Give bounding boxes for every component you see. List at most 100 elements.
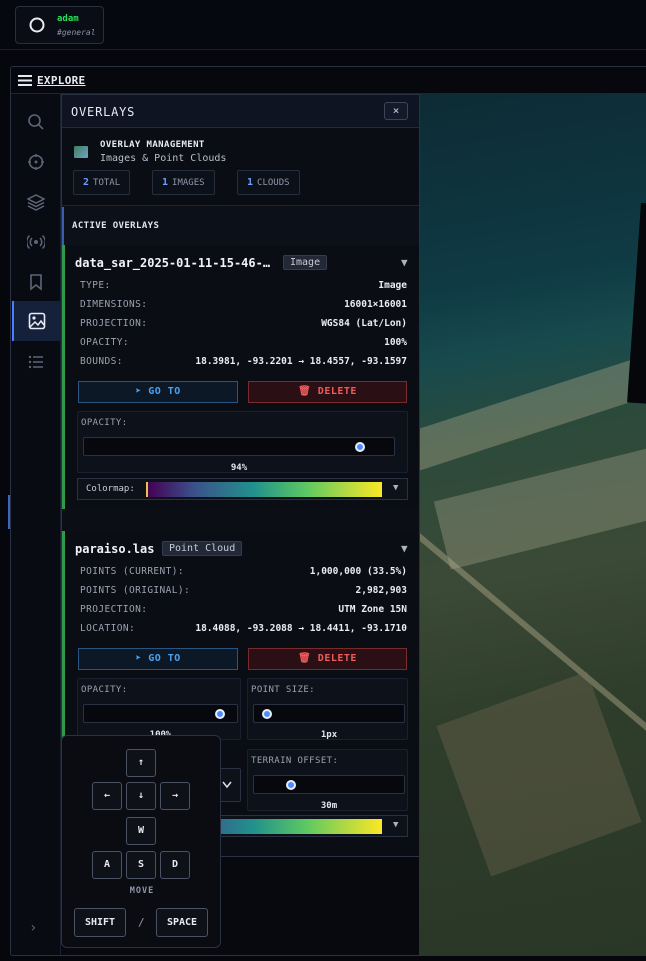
- slider-thumb[interactable]: [286, 780, 296, 790]
- row-label: POINTS (ORIGINAL):: [80, 585, 191, 596]
- search-icon[interactable]: [25, 111, 47, 133]
- opacity-slider[interactable]: [83, 704, 238, 723]
- slider-thumb[interactable]: [215, 709, 225, 719]
- row-label: LOCATION:: [80, 623, 136, 634]
- slider-thumb[interactable]: [262, 709, 272, 719]
- delete-button[interactable]: 🗑 DELETE: [248, 648, 407, 670]
- close-button[interactable]: ×: [384, 102, 408, 120]
- active-overlays-heading: ACTIVE OVERLAYS: [62, 207, 419, 245]
- row-label: OPACITY:: [80, 337, 129, 348]
- overlay-management: OVERLAY MANAGEMENT Images & Point Clouds…: [62, 128, 419, 206]
- row-label: PROJECTION:: [80, 604, 148, 615]
- stat-total: 2 TOTAL: [73, 170, 131, 195]
- overlay-type-badge: Image: [283, 255, 328, 270]
- broadcast-icon[interactable]: [25, 231, 47, 253]
- menu-icon[interactable]: [18, 75, 32, 86]
- management-title: OVERLAY MANAGEMENT: [100, 140, 205, 150]
- explore-link[interactable]: EXPLORE: [37, 74, 85, 87]
- collapse-chevron-icon[interactable]: ▼: [401, 256, 408, 269]
- keyboard-controls: ↑ ← ↓ → W A S D MOVE SHIFT / SPACE: [61, 735, 221, 948]
- overlay-type-badge: Point Cloud: [162, 541, 243, 556]
- goto-button[interactable]: ➤ GO TO: [78, 381, 238, 403]
- row-value: 16001×16001: [344, 299, 407, 310]
- key-right[interactable]: →: [160, 782, 190, 810]
- opacity-control: OPACITY: 100%: [77, 678, 241, 740]
- chevron-down-icon: ▼: [393, 483, 399, 493]
- point-size-value: 1px: [320, 730, 338, 740]
- management-subtitle: Images & Point Clouds: [100, 153, 227, 164]
- row-label: POINTS (CURRENT):: [80, 566, 185, 577]
- expand-rail-icon[interactable]: ›: [29, 920, 37, 936]
- row-label: PROJECTION:: [80, 318, 148, 329]
- slider-thumb[interactable]: [355, 442, 366, 452]
- opacity-value: 94%: [230, 463, 248, 473]
- point-size-slider[interactable]: [253, 704, 405, 723]
- list-icon[interactable]: [25, 351, 47, 373]
- row-value: 2,982,903: [355, 585, 407, 596]
- collapse-chevron-icon[interactable]: ▼: [401, 542, 408, 555]
- row-value: 18.3981, -93.2201 → 18.4557, -93.1597: [195, 356, 407, 367]
- layers-icon[interactable]: [25, 191, 47, 213]
- opacity-label: OPACITY:: [81, 418, 128, 428]
- terrain-offset-slider[interactable]: [253, 775, 405, 794]
- app-logo-icon: [29, 17, 45, 33]
- key-separator: /: [138, 916, 145, 929]
- terrain-offset-value: 30m: [320, 801, 338, 811]
- map-terrain: [419, 354, 646, 474]
- key-up[interactable]: ↑: [126, 749, 156, 777]
- key-space[interactable]: SPACE: [156, 908, 208, 937]
- channel-name: #general: [57, 28, 96, 37]
- map-image-icon: [74, 146, 88, 158]
- key-shift[interactable]: SHIFT: [74, 908, 126, 937]
- colormap-gradient: [146, 482, 382, 497]
- row-label: DIMENSIONS:: [80, 299, 148, 310]
- colormap-label: Colormap:: [86, 484, 135, 494]
- opacity-label: OPACITY:: [81, 685, 128, 695]
- point-size-label: POINT SIZE:: [251, 685, 316, 695]
- row-value: 1,000,000 (33.5%): [309, 566, 407, 577]
- key-w[interactable]: W: [126, 817, 156, 845]
- overlay-name: data_sar_2025-01-11-15-46-…: [75, 256, 271, 270]
- map-terrain: [433, 448, 646, 570]
- key-left[interactable]: ←: [92, 782, 122, 810]
- point-size-control: POINT SIZE: 1px: [247, 678, 408, 740]
- map-field: [436, 671, 642, 877]
- terrain-offset-label: TERRAIN OFFSET:: [251, 756, 339, 766]
- row-value: WGS84 (Lat/Lon): [321, 318, 407, 329]
- panel-title: OVERLAYS: [71, 105, 136, 119]
- top-bar: adam #general: [0, 0, 646, 50]
- chevron-down-icon: [222, 781, 232, 789]
- row-value: 18.4088, -93.2088 → 18.4411, -93.1710: [195, 623, 407, 634]
- bookmark-icon[interactable]: [25, 271, 47, 293]
- row-value: 100%: [384, 337, 407, 348]
- key-s[interactable]: S: [126, 851, 156, 879]
- move-label: MOVE: [129, 886, 155, 896]
- map-view[interactable]: [419, 94, 646, 955]
- user-chip[interactable]: adam #general: [15, 6, 104, 44]
- stat-clouds: 1 CLOUDS: [237, 170, 300, 195]
- explore-bar: EXPLORE: [11, 67, 646, 94]
- opacity-control: OPACITY: 94%: [77, 411, 408, 473]
- user-name: adam: [57, 14, 79, 24]
- stat-images: 1 IMAGES: [152, 170, 215, 195]
- panel-header: OVERLAYS ×: [62, 95, 419, 128]
- delete-button[interactable]: 🗑 DELETE: [248, 381, 407, 403]
- chevron-down-icon: ▼: [393, 820, 399, 830]
- row-label: TYPE:: [80, 280, 111, 291]
- opacity-slider[interactable]: [83, 437, 395, 456]
- row-value: Image: [378, 280, 407, 291]
- overlay-name: paraiso.las: [75, 542, 155, 556]
- goto-button[interactable]: ➤ GO TO: [78, 648, 238, 670]
- sidebar-rail: ›: [11, 94, 61, 955]
- key-d[interactable]: D: [160, 851, 190, 879]
- image-icon[interactable]: [12, 301, 60, 341]
- key-down[interactable]: ↓: [126, 782, 156, 810]
- overlay-card-image: data_sar_2025-01-11-15-46-… Image ▼ TYPE…: [62, 245, 419, 509]
- colormap-select[interactable]: Colormap: ▼: [77, 478, 408, 500]
- crosshair-icon[interactable]: [25, 151, 47, 173]
- row-value: UTM Zone 15N: [338, 604, 407, 615]
- terrain-offset-control: TERRAIN OFFSET: 30m: [247, 749, 408, 811]
- key-a[interactable]: A: [92, 851, 122, 879]
- map-overlay-edge: [627, 202, 646, 406]
- row-label: BOUNDS:: [80, 356, 123, 367]
